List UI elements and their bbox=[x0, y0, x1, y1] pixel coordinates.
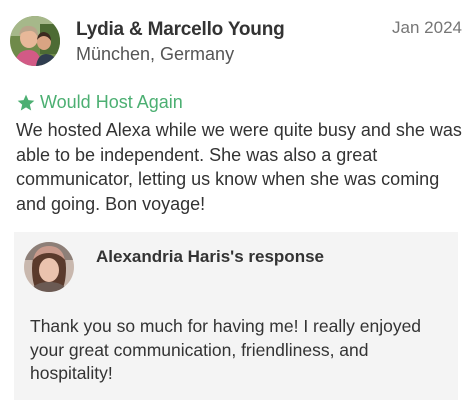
star-icon bbox=[16, 93, 36, 113]
recommendation-label: Would Host Again bbox=[40, 92, 183, 112]
review-date: Jan 2024 bbox=[392, 18, 462, 37]
review-text: We hosted Alexa while we were quite busy… bbox=[16, 120, 462, 214]
responder-photo bbox=[24, 242, 74, 292]
responder-avatar[interactable] bbox=[24, 242, 74, 292]
reviewer-photo bbox=[10, 16, 60, 66]
reviewer-name[interactable]: Lydia & Marcello Young bbox=[76, 19, 285, 41]
host-response: Alexandria Haris's response Thank you so… bbox=[14, 232, 458, 400]
reviewer-location: München, Germany bbox=[76, 44, 235, 64]
recommendation-badge: Would Host Again bbox=[16, 92, 183, 113]
response-title: Alexandria Haris's response bbox=[96, 247, 324, 266]
reviewer-avatar[interactable] bbox=[10, 16, 60, 66]
review-card: Lydia & Marcello Young München, Germany … bbox=[0, 0, 472, 400]
response-text: Thank you so much for having me! I reall… bbox=[30, 316, 422, 383]
